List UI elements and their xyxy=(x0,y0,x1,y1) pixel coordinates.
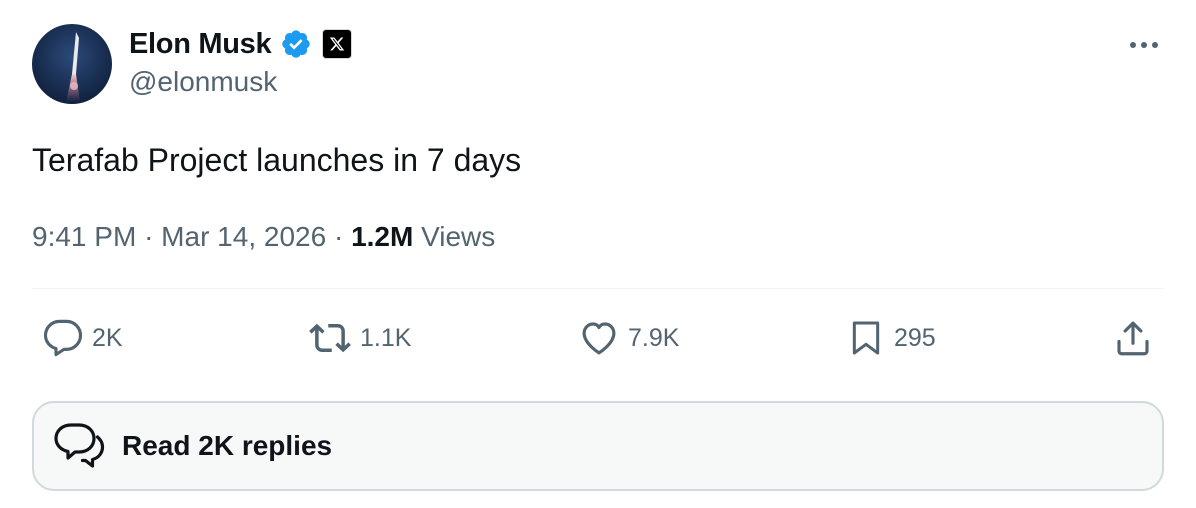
verified-badge-icon[interactable] xyxy=(280,28,312,60)
tweet-text: Terafab Project launches in 7 days xyxy=(32,142,522,178)
x-logo-icon[interactable] xyxy=(322,29,353,59)
avatar[interactable] xyxy=(32,24,112,104)
views-label: Views xyxy=(421,221,496,252)
author-display-name[interactable]: Elon Musk xyxy=(129,28,272,61)
views-count: 1.2M xyxy=(351,221,414,252)
heart-icon xyxy=(582,322,616,355)
retweet-count: 1.1K xyxy=(360,323,412,352)
reply-icon xyxy=(43,319,83,357)
share-button[interactable] xyxy=(1112,316,1154,360)
tweet-date[interactable]: Mar 14, 2026 xyxy=(161,221,326,252)
bookmark-count: 295 xyxy=(894,323,936,352)
meta-separator: · xyxy=(144,221,154,252)
like-button[interactable]: 7.9K xyxy=(578,316,679,360)
more-options-icon[interactable] xyxy=(1124,30,1164,60)
like-count: 7.9K xyxy=(628,323,680,352)
tweet-time[interactable]: 9:41 PM xyxy=(32,221,136,252)
conversation-icon xyxy=(54,423,105,468)
retweet-button[interactable]: 1.1K xyxy=(308,316,411,360)
bookmark-button[interactable]: 295 xyxy=(846,316,936,360)
author-name-row: Elon Musk xyxy=(129,26,353,62)
rocket-launch-avatar-image xyxy=(32,24,112,104)
reply-button[interactable]: 2K xyxy=(42,316,123,360)
divider xyxy=(32,288,1164,289)
bookmark-icon xyxy=(852,321,880,355)
read-replies-label: Read 2K replies xyxy=(122,430,333,461)
author-handle[interactable]: @elonmusk xyxy=(129,66,277,98)
meta-separator: · xyxy=(333,221,344,252)
read-replies-button[interactable]: Read 2K replies xyxy=(32,401,1164,491)
tweet-meta: 9:41 PM · Mar 14, 2026 · 1.2M Views xyxy=(32,219,495,255)
reply-count: 2K xyxy=(92,323,123,352)
retweet-icon xyxy=(309,323,351,353)
share-icon xyxy=(1117,321,1149,356)
